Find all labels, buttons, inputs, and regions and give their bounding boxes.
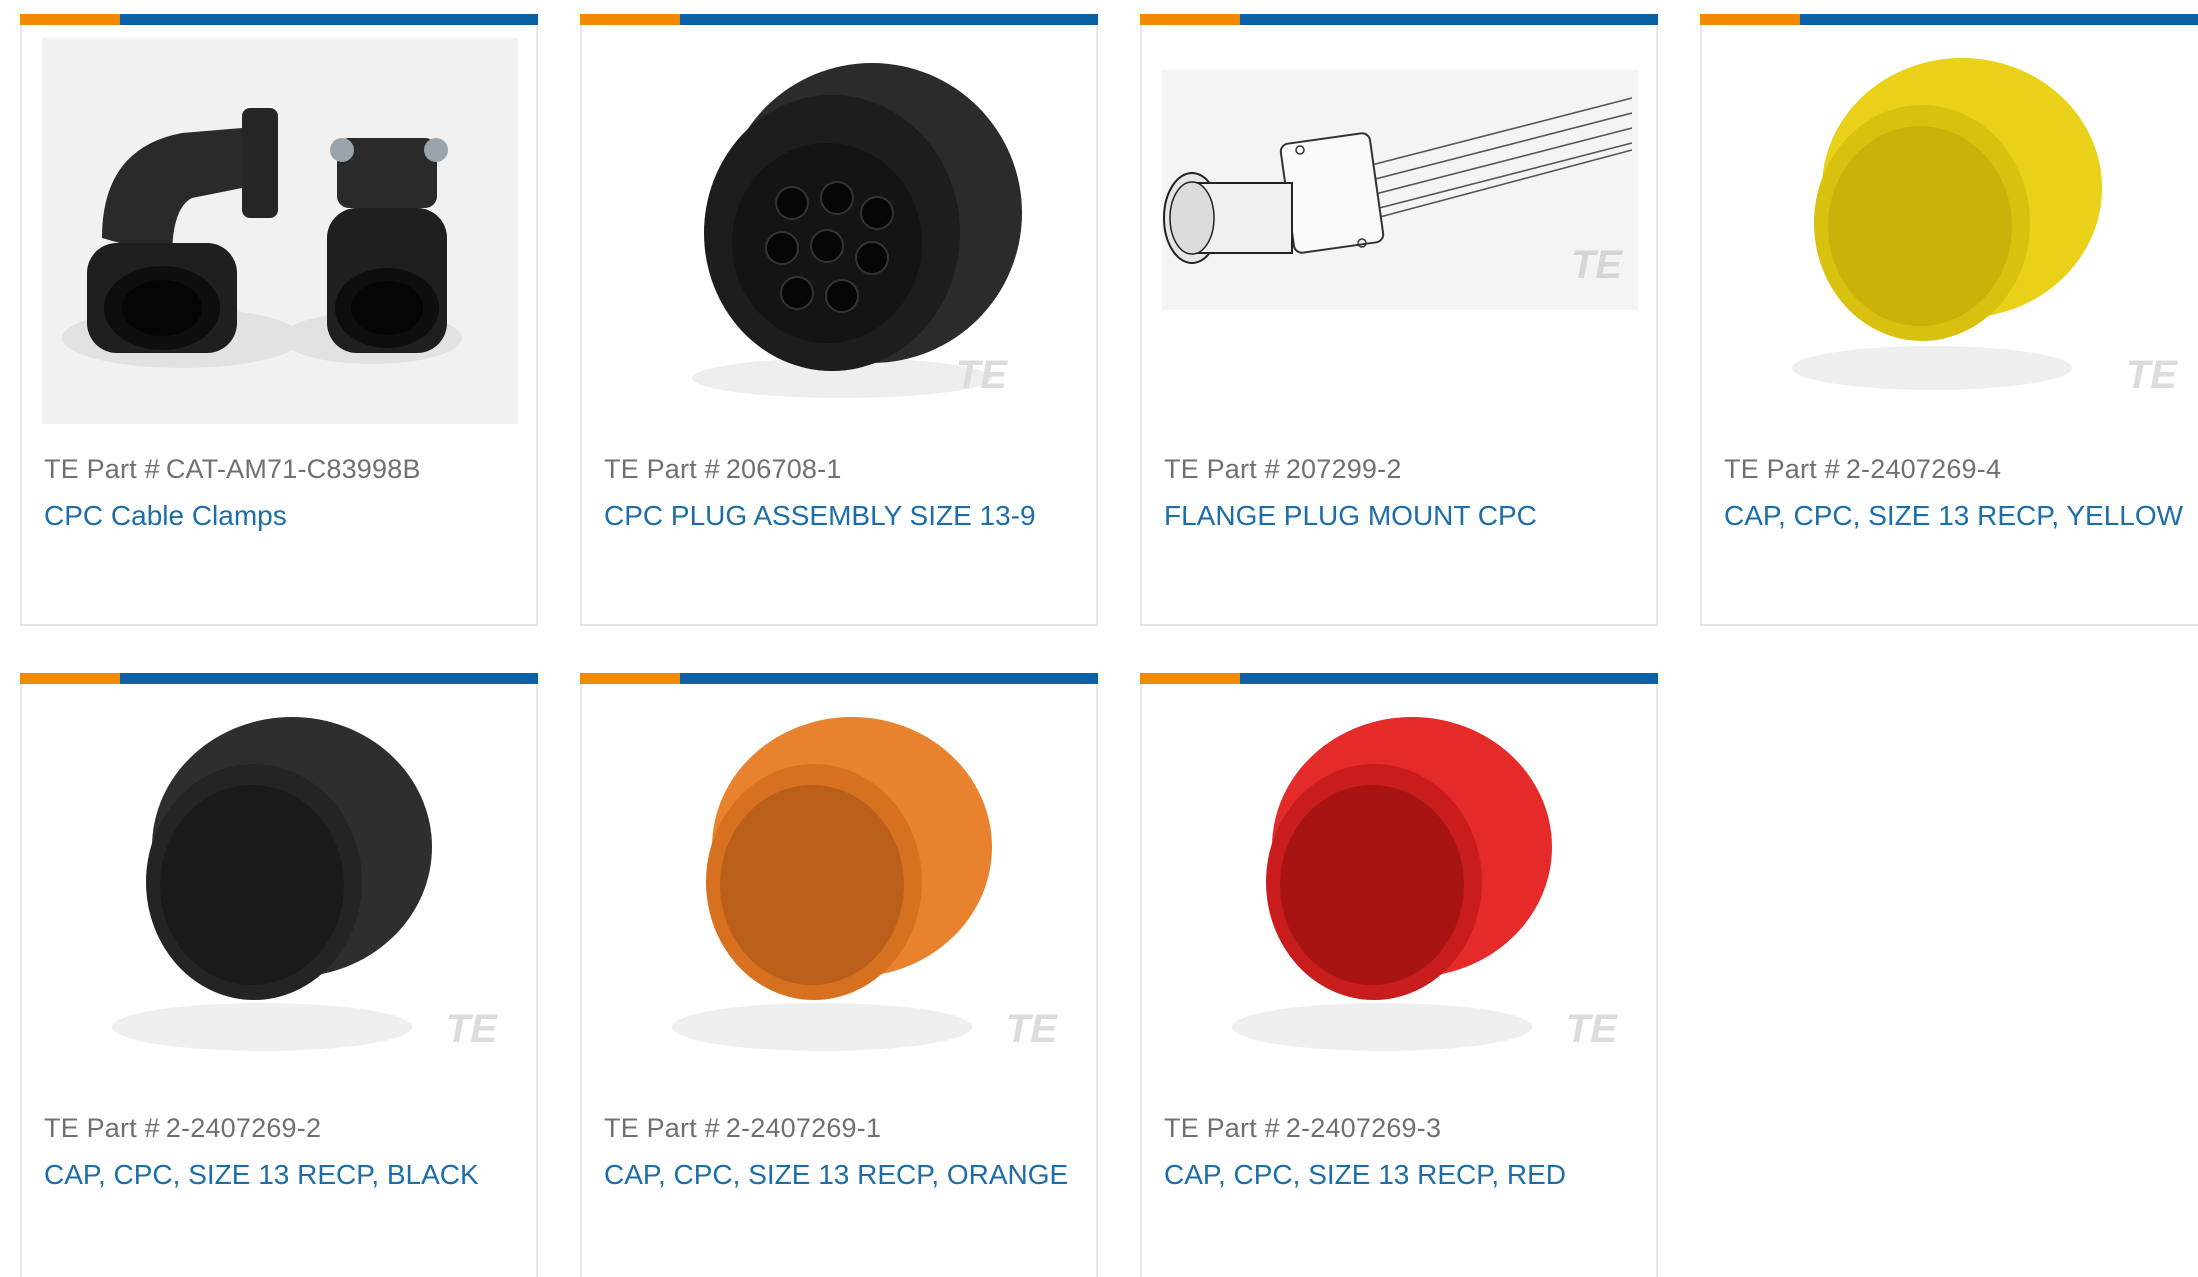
product-card[interactable]: TE TE Part #206708-1 CPC PLUG ASSEMBLY S… <box>580 14 1098 626</box>
card-accent-bar <box>1140 14 1658 25</box>
part-label: TE Part # <box>44 1113 160 1143</box>
product-card[interactable]: TE TE Part #2-2407269-4 CAP, CPC, SIZE 1… <box>1700 14 2198 626</box>
svg-text:TE: TE <box>2126 353 2178 397</box>
part-number: TE Part #2-2407269-2 <box>44 1113 321 1144</box>
cable-clamps-image[interactable] <box>42 38 518 424</box>
svg-text:TE: TE <box>956 353 1008 397</box>
product-title-link[interactable]: CAP, CPC, SIZE 13 RECP, RED <box>1164 1159 1566 1191</box>
card-accent-bar <box>580 14 1098 25</box>
part-number-value: 2-2407269-3 <box>1285 1113 1442 1143</box>
part-number-value: 2-2407269-4 <box>1845 454 2002 484</box>
part-number-value: 2-2407269-2 <box>165 1113 322 1143</box>
red-cap-image[interactable]: TE <box>1162 697 1638 1083</box>
product-title-link[interactable]: CAP, CPC, SIZE 13 RECP, ORANGE <box>604 1159 1068 1191</box>
card-accent-bar <box>580 673 1098 684</box>
card-accent-bar <box>20 14 538 25</box>
plug-assembly-image[interactable]: TE <box>602 38 1078 424</box>
part-number: TE Part #206708-1 <box>604 454 842 485</box>
part-label: TE Part # <box>604 1113 720 1143</box>
flange-plug-drawing[interactable]: TE <box>1162 38 1638 424</box>
product-card[interactable]: TE TE Part #2-2407269-2 CAP, CPC, SIZE 1… <box>20 673 538 1277</box>
svg-text:TE: TE <box>1566 1007 1618 1051</box>
part-number-value: 206708-1 <box>725 454 842 484</box>
part-number-value: 2-2407269-1 <box>725 1113 882 1143</box>
part-number: TE Part # CAT-AM71-C83998B <box>44 454 421 485</box>
svg-text:TE: TE <box>446 1007 498 1051</box>
part-number-value: 207299-2 <box>1285 454 1402 484</box>
part-label: TE Part # <box>1164 1113 1280 1143</box>
product-card[interactable]: TE TE Part #2-2407269-1 CAP, CPC, SIZE 1… <box>580 673 1098 1277</box>
product-card[interactable]: TE Part # CAT-AM71-C83998B CPC Cable Clam… <box>20 14 538 626</box>
svg-text:TE: TE <box>1571 243 1623 287</box>
part-number: TE Part #2-2407269-4 <box>1724 454 2001 485</box>
part-label: TE Part # <box>44 454 160 484</box>
part-number: TE Part #2-2407269-3 <box>1164 1113 1441 1144</box>
product-title-link[interactable]: FLANGE PLUG MOUNT CPC <box>1164 500 1537 532</box>
part-label: TE Part # <box>1164 454 1280 484</box>
product-title-link[interactable]: CAP, CPC, SIZE 13 RECP, YELLOW <box>1724 500 2183 532</box>
product-grid: TE Part # CAT-AM71-C83998B CPC Cable Clam… <box>0 0 2198 1277</box>
part-number: TE Part #207299-2 <box>1164 454 1402 485</box>
product-card[interactable]: TE TE Part #2-2407269-3 CAP, CPC, SIZE 1… <box>1140 673 1658 1277</box>
card-accent-bar <box>20 673 538 684</box>
product-title-link[interactable]: CPC PLUG ASSEMBLY SIZE 13-9 <box>604 500 1036 532</box>
part-number-value: CAT-AM71-C83998B <box>165 454 421 484</box>
part-label: TE Part # <box>604 454 720 484</box>
product-card[interactable]: TE TE Part #207299-2 FLANGE PLUG MOUNT C… <box>1140 14 1658 626</box>
card-accent-bar <box>1700 14 2198 25</box>
black-cap-image[interactable]: TE <box>42 697 518 1083</box>
product-title-link[interactable]: CPC Cable Clamps <box>44 500 287 532</box>
yellow-cap-image[interactable]: TE <box>1722 38 2198 424</box>
card-accent-bar <box>1140 673 1658 684</box>
part-label: TE Part # <box>1724 454 1840 484</box>
part-number: TE Part #2-2407269-1 <box>604 1113 881 1144</box>
orange-cap-image[interactable]: TE <box>602 697 1078 1083</box>
svg-text:TE: TE <box>1006 1007 1058 1051</box>
product-title-link[interactable]: CAP, CPC, SIZE 13 RECP, BLACK <box>44 1159 479 1191</box>
